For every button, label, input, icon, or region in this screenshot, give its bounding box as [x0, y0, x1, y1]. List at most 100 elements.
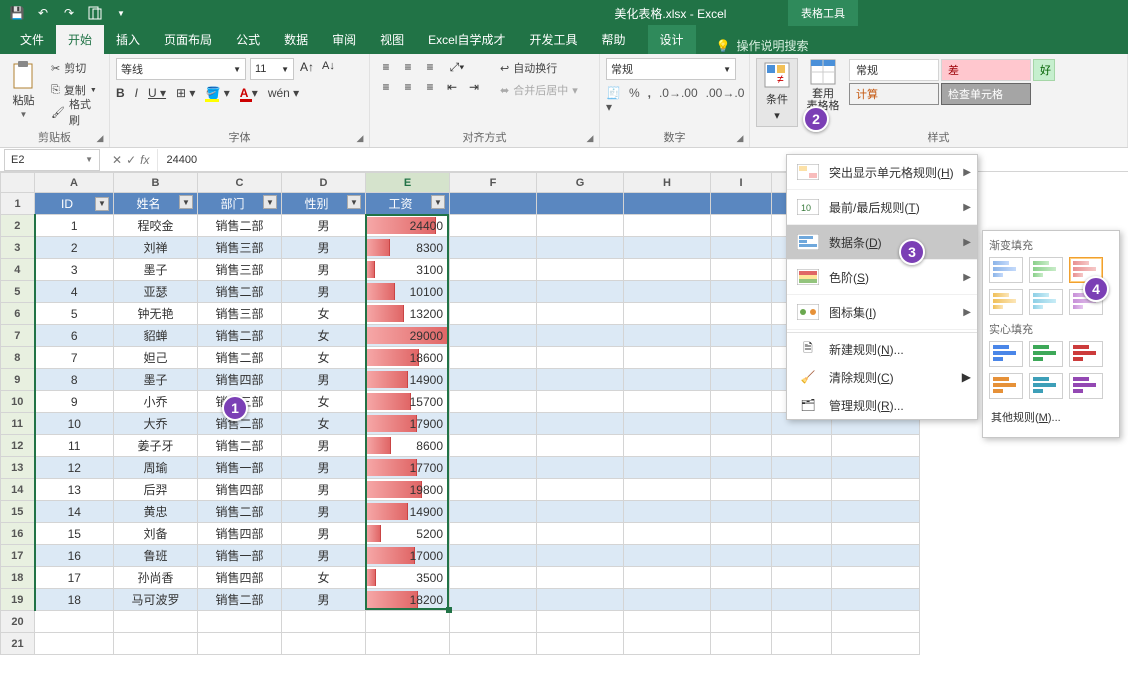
- cell[interactable]: 7: [35, 347, 114, 369]
- cell[interactable]: [624, 611, 711, 633]
- tab-view[interactable]: 视图: [368, 25, 416, 54]
- cell[interactable]: [711, 479, 772, 501]
- cell[interactable]: [711, 259, 772, 281]
- cell[interactable]: 男: [282, 237, 366, 259]
- cell[interactable]: 刘备: [114, 523, 198, 545]
- cell[interactable]: 18: [35, 589, 114, 611]
- cell[interactable]: 墨子: [114, 259, 198, 281]
- cell[interactable]: 销售一部: [198, 545, 282, 567]
- databar-solid-2[interactable]: [1069, 341, 1103, 367]
- databar-more-rules[interactable]: 其他规则(M)...: [989, 405, 1113, 429]
- indent-inc-icon[interactable]: ⇥: [464, 78, 484, 96]
- cell[interactable]: [832, 435, 920, 457]
- databar-grad-1[interactable]: [1029, 257, 1063, 283]
- cell[interactable]: [537, 589, 624, 611]
- cell[interactable]: [450, 281, 537, 303]
- cell[interactable]: 男: [282, 501, 366, 523]
- cell[interactable]: [624, 589, 711, 611]
- cell[interactable]: [450, 215, 537, 237]
- style-bad[interactable]: 差: [941, 59, 1031, 81]
- cell[interactable]: [624, 633, 711, 655]
- cell[interactable]: [624, 435, 711, 457]
- cell[interactable]: [832, 501, 920, 523]
- cell[interactable]: 墨子: [114, 369, 198, 391]
- cell[interactable]: [711, 545, 772, 567]
- cell[interactable]: [711, 237, 772, 259]
- tab-review[interactable]: 审阅: [320, 25, 368, 54]
- cell[interactable]: [624, 391, 711, 413]
- cell-salary[interactable]: 8600: [366, 435, 450, 457]
- align-top-icon[interactable]: ≡: [376, 58, 396, 76]
- row-header-21[interactable]: 21: [1, 633, 35, 655]
- cell[interactable]: [772, 567, 832, 589]
- cell[interactable]: [711, 413, 772, 435]
- cell[interactable]: [711, 369, 772, 391]
- col-header-B[interactable]: B: [114, 173, 198, 193]
- col-header-F[interactable]: F: [450, 173, 537, 193]
- cell-salary[interactable]: 14900: [366, 501, 450, 523]
- cell[interactable]: [282, 611, 366, 633]
- number-dialog-launch[interactable]: ◢: [733, 131, 747, 145]
- cell[interactable]: [711, 193, 772, 215]
- cell[interactable]: 男: [282, 215, 366, 237]
- cell[interactable]: [772, 545, 832, 567]
- cell-salary[interactable]: 29000: [366, 325, 450, 347]
- cell[interactable]: [537, 567, 624, 589]
- cell[interactable]: 部门▼: [198, 193, 282, 215]
- formula-input[interactable]: 24400: [157, 149, 1128, 171]
- tab-dev[interactable]: 开发工具: [517, 25, 589, 54]
- cell[interactable]: 钟无艳: [114, 303, 198, 325]
- cell[interactable]: [711, 501, 772, 523]
- cell[interactable]: [624, 237, 711, 259]
- align-dialog-launch[interactable]: ◢: [583, 131, 597, 145]
- cf-clear-item[interactable]: 🧹清除规则(C)▶: [787, 363, 977, 391]
- cell[interactable]: [624, 369, 711, 391]
- cell[interactable]: [711, 391, 772, 413]
- cell[interactable]: [711, 435, 772, 457]
- cell[interactable]: 1: [35, 215, 114, 237]
- cell[interactable]: 2: [35, 237, 114, 259]
- cell[interactable]: [537, 325, 624, 347]
- cell[interactable]: [711, 611, 772, 633]
- cell[interactable]: [537, 611, 624, 633]
- cell[interactable]: 男: [282, 523, 366, 545]
- cell[interactable]: 销售四部: [198, 523, 282, 545]
- name-box[interactable]: E2▼: [4, 149, 100, 171]
- cell[interactable]: [537, 501, 624, 523]
- databar-solid-5[interactable]: [1069, 373, 1103, 399]
- cell[interactable]: [711, 633, 772, 655]
- cell[interactable]: [450, 501, 537, 523]
- cell[interactable]: [450, 523, 537, 545]
- cell[interactable]: [537, 523, 624, 545]
- cell-salary[interactable]: 17000: [366, 545, 450, 567]
- cell[interactable]: 3: [35, 259, 114, 281]
- align-bot-icon[interactable]: ≡: [420, 58, 440, 76]
- cf-databar-item[interactable]: 数据条(D)▶: [787, 225, 977, 260]
- cell[interactable]: [450, 347, 537, 369]
- style-calc[interactable]: 计算: [849, 83, 939, 105]
- cell[interactable]: 17: [35, 567, 114, 589]
- databar-solid-4[interactable]: [1029, 373, 1063, 399]
- cell[interactable]: 销售二部: [198, 435, 282, 457]
- cell[interactable]: 男: [282, 479, 366, 501]
- cell[interactable]: [537, 303, 624, 325]
- cell[interactable]: 貂蝉: [114, 325, 198, 347]
- cell-salary[interactable]: 8300: [366, 237, 450, 259]
- cell[interactable]: [537, 369, 624, 391]
- cell[interactable]: [537, 237, 624, 259]
- cell[interactable]: [624, 215, 711, 237]
- cell[interactable]: [450, 457, 537, 479]
- filter-icon[interactable]: ▼: [95, 197, 109, 211]
- cell[interactable]: ID▼: [35, 193, 114, 215]
- cell-salary[interactable]: 17900: [366, 413, 450, 435]
- cell[interactable]: 销售二部: [198, 501, 282, 523]
- row-header-9[interactable]: 9: [1, 369, 35, 391]
- cell[interactable]: [711, 457, 772, 479]
- tab-design[interactable]: 设计: [648, 25, 696, 54]
- orient-icon[interactable]: ⤢▾: [442, 58, 472, 76]
- cell[interactable]: 男: [282, 435, 366, 457]
- cell[interactable]: [450, 193, 537, 215]
- col-header-E[interactable]: E: [366, 173, 450, 193]
- cell[interactable]: [624, 347, 711, 369]
- cell[interactable]: [537, 347, 624, 369]
